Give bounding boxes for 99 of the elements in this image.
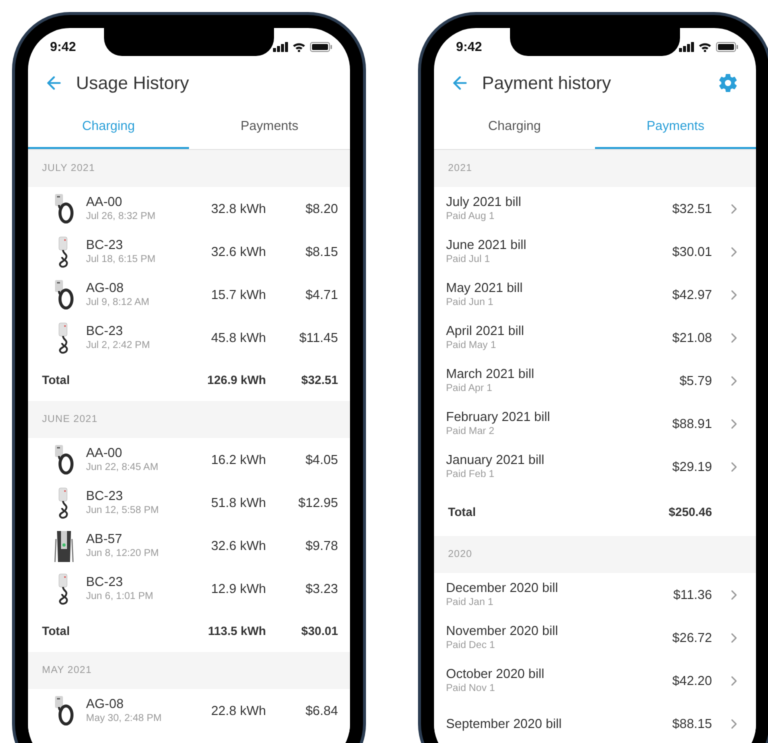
bill-name: May 2021 bill [446, 280, 524, 296]
wifi-icon [698, 42, 712, 52]
paid-date: Paid Aug 1 [446, 210, 496, 223]
paid-date: Paid Jun 1 [446, 296, 494, 309]
wall-charger-icon [54, 192, 74, 224]
bill-name: December 2020 bill [446, 580, 560, 596]
total-amount: $30.01 [300, 623, 338, 640]
charger-name: BC-23 [86, 488, 124, 504]
paid-date: Paid Dec 1 [446, 639, 496, 652]
total-amount: $32.51 [300, 372, 338, 389]
amount-value: $9.78 [304, 536, 338, 555]
amount-value: $4.71 [304, 286, 338, 304]
battery-icon [310, 42, 332, 52]
bill-name: September 2020 bill [446, 716, 563, 732]
session-date: Jul 26, 8:32 PM [86, 210, 156, 223]
energy-value: 12.9 kWh [210, 580, 266, 598]
amount-value: $88.15 [672, 714, 712, 733]
status-time: 9:42 [50, 38, 76, 56]
section-header: MAY 2021 [28, 652, 350, 689]
energy-value: 32.6 kWh [210, 536, 266, 555]
total-energy: 126.9 kWh [206, 372, 266, 389]
total-label: Total [448, 504, 477, 521]
battery-icon [716, 42, 738, 52]
total-label: Total [42, 372, 71, 389]
amount-value: $26.72 [672, 628, 712, 647]
settings-icon[interactable] [718, 73, 738, 93]
session-date: Jun 6, 1:01 PM [86, 590, 154, 603]
charger-name: AA-00 [86, 445, 124, 461]
amount-value: $42.20 [672, 672, 712, 690]
section-header: 2021 [434, 150, 756, 187]
amount-value: $29.19 [672, 458, 712, 476]
charger-name: AG-08 [86, 280, 125, 296]
energy-value: 15.7 kWh [210, 286, 266, 304]
amount-value: $21.08 [672, 328, 712, 347]
paid-date: Paid Feb 1 [446, 468, 496, 481]
session-date: Jun 12, 5:58 PM [86, 504, 160, 517]
bill-name: January 2021 bill [446, 452, 546, 468]
section-header: JULY 2021 [28, 150, 350, 187]
amount-value: $88.91 [672, 414, 712, 433]
pedestal-charger-icon [54, 528, 74, 562]
paid-date: Paid Mar 2 [446, 425, 496, 438]
wall-charger-icon [54, 278, 74, 310]
bill-name: July 2021 bill [446, 194, 522, 210]
wifi-icon [292, 42, 306, 52]
amount-value: $3.23 [304, 580, 338, 598]
energy-value: 16.2 kWh [210, 450, 266, 469]
amount-value: $30.01 [672, 242, 712, 261]
amount-value: $5.79 [679, 372, 712, 390]
amount-value: $32.51 [672, 200, 712, 218]
section-header: 2020 [434, 536, 756, 573]
bill-name: November 2020 bill [446, 623, 560, 639]
charger-name: AA-00 [86, 194, 124, 210]
wall-charger-icon [54, 444, 74, 476]
amount-value: $8.20 [304, 200, 338, 218]
session-date: Jul 9, 8:12 AM [86, 296, 150, 309]
charger-name: BC-23 [86, 574, 124, 590]
bill-name: June 2021 bill [446, 237, 528, 253]
signal-icon [273, 42, 288, 52]
signal-icon [679, 42, 694, 52]
paid-date: Paid Jul 1 [446, 253, 491, 266]
amount-value: $42.97 [672, 286, 712, 304]
wall-charger-icon [54, 694, 74, 726]
energy-value: 51.8 kWh [210, 494, 266, 512]
amount-value: $6.84 [304, 702, 338, 720]
screen-title: Payment history [482, 72, 612, 95]
charger-name: AB-57 [86, 531, 124, 547]
paid-date: Paid May 1 [446, 339, 498, 352]
total-amount: $250.46 [668, 504, 712, 521]
tab[interactable]: Payments [189, 104, 350, 149]
session-date: Jul 18, 6:15 PM [86, 253, 156, 266]
total-energy: 113.5 kWh [206, 623, 266, 640]
energy-value: 45.8 kWh [210, 328, 266, 347]
charger-name: BC-23 [86, 323, 124, 339]
bill-name: April 2021 bill [446, 323, 526, 339]
section-header: JUNE 2021 [28, 401, 350, 438]
energy-value: 32.6 kWh [210, 242, 266, 261]
tab[interactable]: Charging [434, 104, 595, 149]
session-date: Jun 22, 8:45 AM [86, 461, 160, 474]
amount-value: $11.45 [298, 328, 338, 347]
paid-date: Paid Apr 1 [446, 382, 494, 395]
total-label: Total [42, 623, 71, 640]
energy-value: 32.8 kWh [210, 200, 266, 218]
session-date: May 30, 2:48 PM [86, 712, 163, 725]
session-date: Jun 8, 12:20 PM [86, 547, 160, 560]
energy-value: 22.8 kWh [210, 702, 266, 720]
bill-name: February 2021 bill [446, 409, 552, 425]
amount-value: $11.36 [673, 586, 712, 604]
amount-value: $4.05 [304, 450, 338, 469]
amount-value: $8.15 [304, 242, 338, 261]
status-time: 9:42 [456, 38, 482, 56]
charger-name: BC-23 [86, 237, 124, 253]
paid-date: Paid Jan 1 [446, 596, 494, 609]
session-date: Jul 2, 2:42 PM [86, 339, 151, 352]
charger-name: AG-08 [86, 696, 125, 712]
bill-name: March 2021 bill [446, 366, 536, 382]
amount-value: $12.95 [297, 494, 338, 512]
paid-date: Paid Nov 1 [446, 682, 496, 695]
screen-title: Usage History [76, 72, 190, 95]
bill-name: October 2020 bill [446, 666, 546, 682]
